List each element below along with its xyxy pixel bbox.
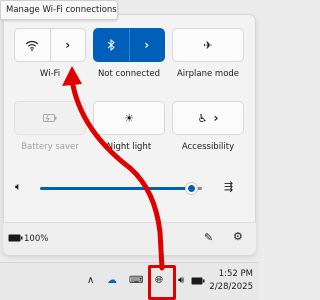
taskbar-clock[interactable]: 1:52 PM 2/28/2025 <box>209 268 253 294</box>
accessibility-tile[interactable]: ♿ › <box>172 101 244 135</box>
audio-output-select-icon[interactable]: ⇶ <box>224 181 233 192</box>
chevron-right-icon: › <box>65 38 71 52</box>
battery-saver-label: Battery saver <box>21 142 79 152</box>
wifi-icon <box>25 40 39 51</box>
night-light-label: Night light <box>106 142 152 152</box>
show-hidden-icons-chevron-icon[interactable]: ∧ <box>87 276 94 286</box>
settings-gear-icon[interactable]: ⚙ <box>233 231 243 242</box>
bluetooth-toggle-button[interactable] <box>94 29 129 61</box>
wifi-tooltip: Manage Wi-Fi connections <box>0 0 118 20</box>
airplane-mode-label: Airplane mode <box>176 69 240 79</box>
bluetooth-tile[interactable]: › <box>93 28 165 62</box>
speaker-icon[interactable]: 🔈︎ <box>15 181 22 192</box>
chevron-right-icon: › <box>213 111 219 125</box>
wifi-tile[interactable]: › <box>14 28 86 62</box>
volume-icon[interactable]: 🔊︎ <box>178 276 184 286</box>
battery-saver-tile[interactable] <box>14 101 86 135</box>
wifi-expand-button[interactable]: › <box>49 29 86 61</box>
night-light-tile[interactable]: ☀ <box>93 101 165 135</box>
chevron-right-icon: › <box>144 38 150 52</box>
wifi-label: Wi-Fi <box>39 69 61 79</box>
battery-percent: 100% <box>24 234 49 244</box>
battery-taskbar-icon[interactable] <box>191 277 205 285</box>
bluetooth-expand-button[interactable]: › <box>128 29 165 61</box>
airplane-icon: ✈ <box>203 38 213 52</box>
onedrive-cloud-icon[interactable]: ☁ <box>107 276 117 286</box>
volume-slider-thumb[interactable] <box>186 183 197 194</box>
wifi-toggle-button[interactable] <box>15 29 50 61</box>
bluetooth-label: Not connected <box>97 69 161 79</box>
accessibility-label: Accessibility <box>181 142 235 152</box>
battery-icon <box>8 234 23 242</box>
clock-time: 1:52 PM <box>218 269 253 279</box>
sun-icon: ☀ <box>124 111 134 125</box>
volume-slider-track[interactable] <box>40 187 190 190</box>
annotation-highlight-box <box>148 265 176 300</box>
airplane-mode-tile[interactable]: ✈ <box>172 28 244 62</box>
bluetooth-icon <box>107 39 116 51</box>
edit-quick-settings-icon[interactable]: ✎ <box>204 232 213 243</box>
keyboard-icon[interactable]: ⌨ <box>129 276 143 286</box>
clock-date: 2/28/2025 <box>209 282 253 292</box>
battery-saver-icon <box>43 114 57 122</box>
accessibility-icon: ♿ <box>197 111 208 125</box>
